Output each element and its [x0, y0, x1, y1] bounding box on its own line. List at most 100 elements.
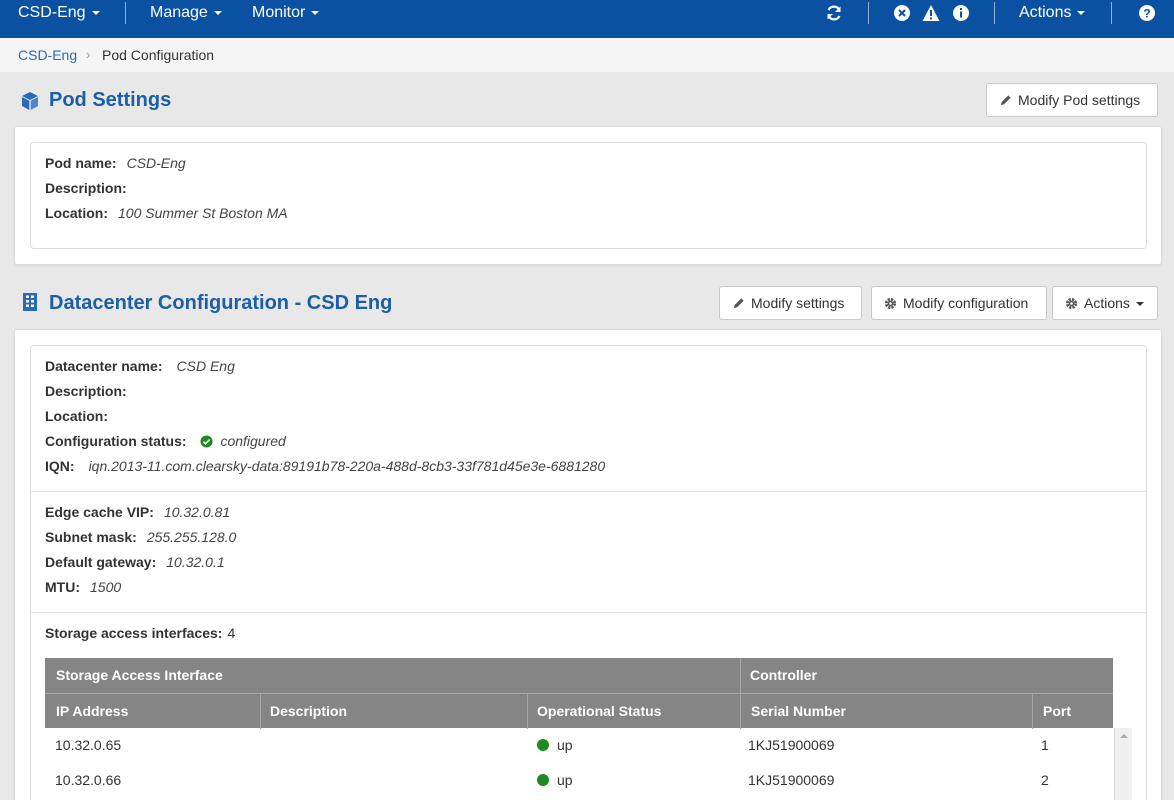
column-divider: [527, 694, 528, 729]
pod-location-value: 100 Summer St Boston MA: [118, 205, 288, 221]
section-divider: [31, 612, 1146, 613]
datacenter-actions-label: Actions: [1084, 295, 1130, 311]
cell-serial: 1KJ51900069: [748, 737, 835, 753]
gear-icon: [884, 297, 897, 310]
cell-ip: 10.32.0.66: [55, 772, 122, 788]
status-dot-icon: [537, 774, 549, 786]
subnet-mask-value: 255.255.128.0: [146, 529, 237, 545]
pod-settings-header: Pod Settings Modify Pod settings: [0, 72, 1174, 128]
default-gateway-field: Default gateway: 10.32.0.1: [45, 554, 225, 570]
cube-icon: [22, 92, 38, 110]
iqn-field: IQN: iqn.2013-11.com.clearsky-data:89191b…: [45, 458, 605, 474]
cell-status: up: [537, 728, 573, 763]
chevron-down-icon: [213, 10, 222, 15]
status-dot-icon: [537, 739, 549, 751]
breadcrumb-current: Pod Configuration: [102, 47, 215, 63]
field-label: Location:: [45, 408, 108, 424]
datacenter-description-field: Description:: [45, 383, 127, 399]
column-group-sai: Storage Access Interface: [56, 667, 223, 683]
breadcrumb: CSD-Eng › Pod Configuration: [0, 38, 1174, 72]
column-header-status[interactable]: Operational Status: [537, 694, 661, 729]
table-group-header: Storage Access Interface Controller: [45, 658, 1113, 693]
datacenter-actions-button[interactable]: Actions: [1052, 286, 1158, 320]
actions-menu[interactable]: Actions: [1019, 0, 1086, 38]
column-divider: [1032, 694, 1033, 729]
table-scrollbar[interactable]: [1114, 728, 1132, 800]
chevron-down-icon: [1077, 10, 1086, 15]
manage-menu[interactable]: Manage: [150, 0, 222, 38]
field-label: Edge cache VIP:: [45, 504, 154, 520]
cell-status-text: up: [557, 772, 573, 788]
modify-pod-settings-label: Modify Pod settings: [1018, 92, 1141, 108]
chevron-down-icon: [311, 10, 320, 15]
section-divider: [31, 491, 1146, 492]
scroll-up-icon[interactable]: [1115, 730, 1133, 742]
chevron-right-icon: ›: [86, 47, 91, 62]
subnet-mask-field: Subnet mask: 255.255.128.0: [45, 529, 236, 545]
pencil-icon: [1000, 95, 1011, 106]
table-column-header: IP Address Description Operational Statu…: [45, 693, 1113, 729]
field-label: Default gateway:: [45, 554, 157, 570]
edge-cache-vip-field: Edge cache VIP: 10.32.0.81: [45, 504, 230, 520]
table-row[interactable]: 10.32.0.66 up 1KJ51900069 2: [45, 763, 1113, 798]
actions-menu-label: Actions: [1019, 4, 1072, 21]
mtu-field: MTU: 1500: [45, 579, 121, 595]
building-icon: [23, 293, 37, 311]
field-label: Description:: [45, 383, 127, 399]
column-header-description[interactable]: Description: [270, 694, 347, 729]
column-divider: [740, 658, 741, 693]
monitor-menu[interactable]: Monitor: [252, 0, 320, 38]
pod-details-box: [30, 142, 1147, 249]
nav-divider: [994, 2, 995, 24]
pod-name-field: Pod name: CSD-Eng: [45, 155, 186, 171]
warning-icon[interactable]: [922, 4, 940, 22]
column-header-port[interactable]: Port: [1043, 694, 1071, 729]
configuration-status-value: configured: [220, 433, 286, 449]
breadcrumb-root-link[interactable]: CSD-Eng: [18, 47, 77, 63]
nav-divider: [125, 2, 126, 24]
chevron-down-icon: [1135, 302, 1144, 307]
pod-name-value: CSD-Eng: [126, 155, 186, 171]
modify-configuration-button[interactable]: Modify configuration: [871, 286, 1047, 320]
table-row[interactable]: 10.32.0.65 up 1KJ51900069 1: [45, 728, 1113, 763]
field-label: Subnet mask:: [45, 529, 137, 545]
error-icon[interactable]: [893, 4, 911, 22]
field-label: MTU:: [45, 579, 80, 595]
modify-pod-settings-button[interactable]: Modify Pod settings: [986, 83, 1158, 117]
pod-menu[interactable]: CSD-Eng: [18, 0, 100, 38]
modify-settings-button[interactable]: Modify settings: [719, 286, 862, 320]
cell-status-text: up: [557, 737, 573, 753]
cell-serial: 1KJ51900069: [748, 772, 835, 788]
column-header-ip[interactable]: IP Address: [56, 694, 128, 729]
modify-configuration-label: Modify configuration: [903, 295, 1029, 311]
column-divider: [260, 694, 261, 729]
field-label: Pod name:: [45, 155, 117, 171]
column-divider: [740, 694, 741, 729]
datacenter-name-field: Datacenter name: CSD Eng: [45, 358, 235, 374]
field-label: Description:: [45, 180, 127, 196]
monitor-menu-label: Monitor: [252, 4, 306, 21]
help-icon[interactable]: ?: [1138, 4, 1156, 22]
nav-divider: [1111, 2, 1112, 24]
cell-port: 1: [1041, 737, 1049, 753]
cell-port: 2: [1041, 772, 1049, 788]
pod-menu-label: CSD-Eng: [18, 4, 86, 21]
pencil-icon: [733, 298, 744, 309]
datacenter-title: Datacenter Configuration - CSD Eng: [49, 292, 393, 314]
nav-divider: [868, 2, 869, 24]
datacenter-header: Datacenter Configuration - CSD Eng Modif…: [0, 275, 1174, 331]
column-header-serial[interactable]: Serial Number: [751, 694, 846, 729]
default-gateway-value: 10.32.0.1: [166, 554, 225, 570]
storage-interfaces-count: Storage access interfaces: 4: [45, 625, 235, 641]
info-icon[interactable]: [952, 4, 970, 22]
chevron-down-icon: [91, 10, 100, 15]
field-label: Storage access interfaces:: [45, 625, 223, 641]
field-label: Location:: [45, 205, 108, 221]
manage-menu-label: Manage: [150, 4, 208, 21]
refresh-icon[interactable]: [825, 4, 843, 22]
modify-settings-label: Modify settings: [751, 295, 845, 311]
page-title: Pod Settings: [49, 89, 172, 111]
field-label: Datacenter name:: [45, 358, 163, 374]
column-group-controller: Controller: [750, 667, 817, 683]
gear-icon: [1065, 297, 1078, 310]
